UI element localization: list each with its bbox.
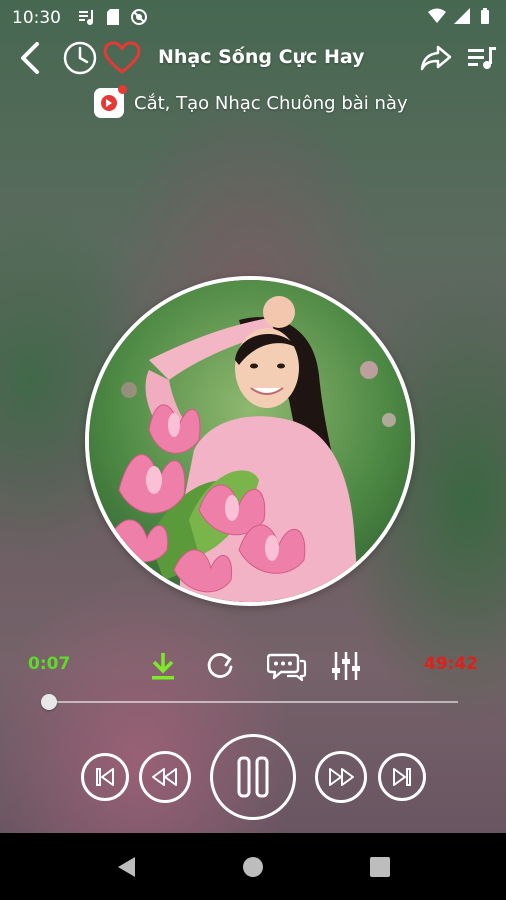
no-disturb-icon — [131, 9, 147, 25]
elapsed-time: 0:07 — [28, 654, 71, 674]
sleep-timer-button[interactable] — [60, 36, 100, 80]
back-icon — [21, 42, 39, 74]
album-art — [85, 276, 415, 606]
seek-thumb[interactable] — [40, 694, 57, 710]
status-time: 10:30 — [12, 8, 61, 28]
music-note-list-icon — [79, 10, 93, 25]
lyrics-button[interactable] — [266, 648, 308, 684]
create-ringtone-link[interactable]: Cắt, Tạo Nhạc Chuông bài này — [94, 85, 408, 120]
player-header: Nhạc Sống Cực Hay — [0, 36, 506, 80]
download-icon — [152, 653, 174, 680]
pause-button[interactable] — [210, 734, 296, 820]
system-nav-bar — [0, 833, 506, 900]
skip-previous-icon — [96, 768, 114, 786]
ringtone-icon — [94, 85, 127, 118]
nav-back-icon — [118, 857, 135, 877]
ringtone-label: Cắt, Tạo Nhạc Chuông bài này — [134, 92, 408, 114]
nav-recents-button[interactable] — [364, 851, 396, 883]
status-icons-left — [78, 8, 148, 26]
notification-dot — [118, 85, 127, 94]
fast-forward-button[interactable] — [315, 751, 367, 803]
skip-previous-button[interactable] — [81, 753, 129, 801]
equalizer-button[interactable] — [328, 648, 364, 684]
download-button[interactable] — [145, 648, 181, 684]
rewind-icon — [152, 768, 177, 786]
battery-icon — [481, 8, 489, 24]
status-icons-right — [428, 7, 496, 25]
nav-home-icon — [243, 857, 263, 877]
nav-home-button[interactable] — [237, 851, 269, 883]
nav-back-button[interactable] — [110, 851, 142, 883]
skip-next-button[interactable] — [378, 753, 426, 801]
seek-bar[interactable] — [40, 694, 458, 710]
repeat-button[interactable] — [202, 648, 238, 684]
playlist-icon — [468, 47, 496, 69]
playlist-button[interactable] — [462, 36, 502, 80]
signal-icon — [454, 8, 470, 24]
rewind-button[interactable] — [139, 751, 191, 803]
back-button[interactable] — [12, 36, 48, 80]
equalizer-icon — [332, 652, 360, 680]
fast-forward-icon — [329, 768, 354, 786]
pause-icon — [237, 756, 269, 798]
share-icon — [420, 45, 452, 71]
status-bar: 10:30 — [0, 0, 506, 36]
sd-card-icon — [107, 9, 119, 25]
wifi-icon — [428, 8, 446, 23]
lyrics-icon — [267, 653, 307, 682]
heart-icon — [103, 41, 141, 74]
album-photo — [89, 280, 411, 602]
timer-icon — [63, 41, 97, 75]
repeat-icon — [207, 653, 233, 678]
total-time: 49:42 — [423, 654, 478, 674]
favorite-button[interactable] — [102, 36, 142, 80]
share-button[interactable] — [416, 36, 456, 80]
nav-recents-icon — [370, 857, 390, 877]
skip-next-icon — [393, 768, 411, 786]
song-title: Nhạc Sống Cực Hay — [158, 46, 365, 68]
